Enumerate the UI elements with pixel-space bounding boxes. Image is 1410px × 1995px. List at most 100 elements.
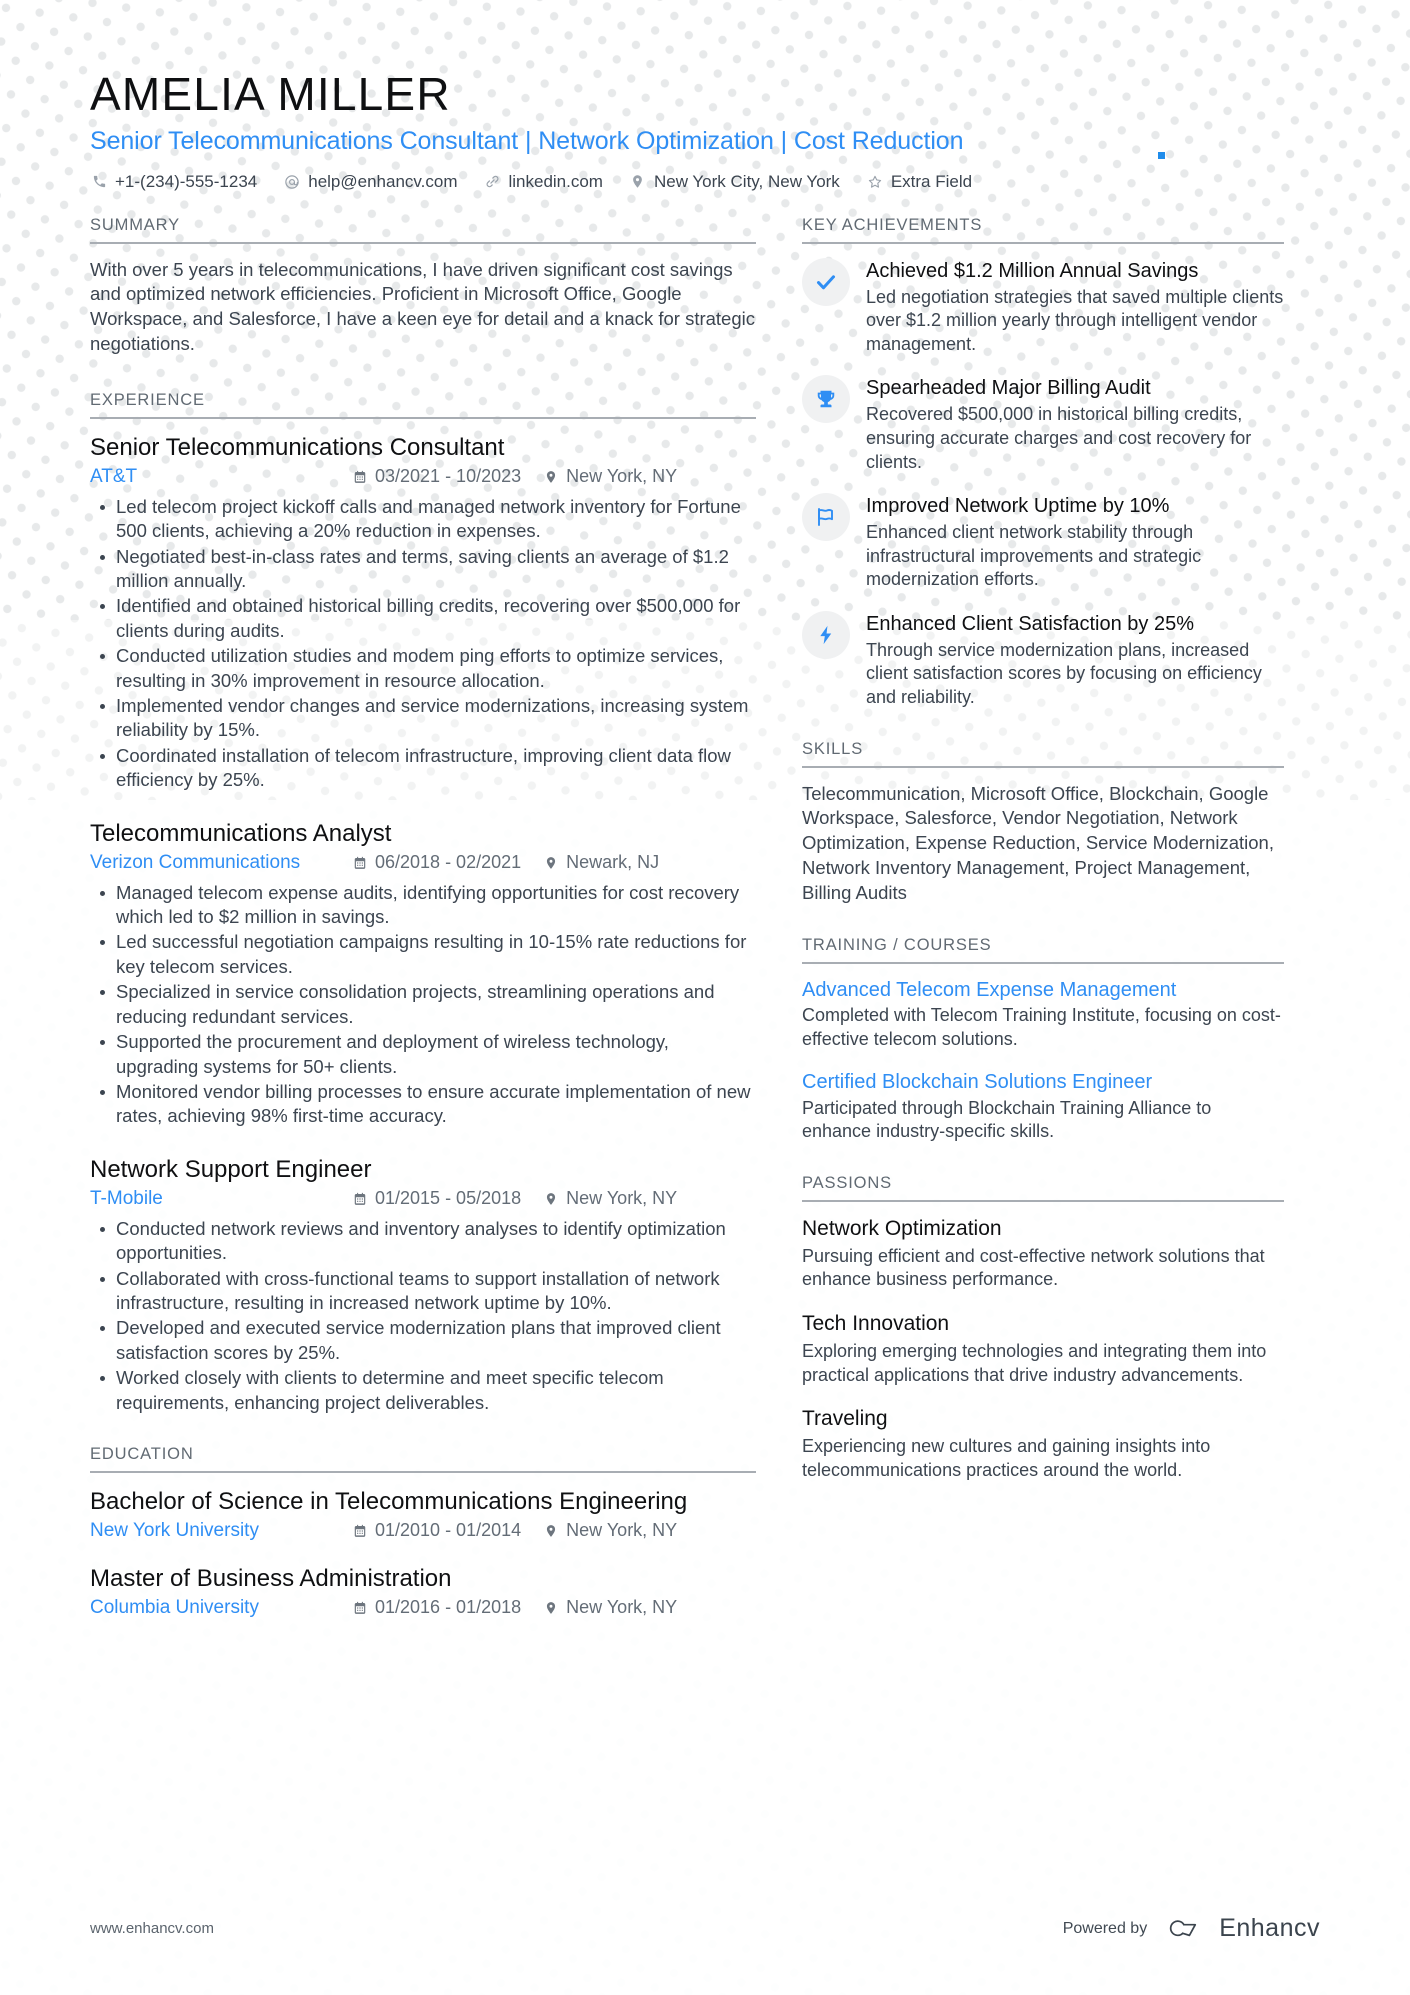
experience-dates: 01/2015 - 05/2018 <box>352 1188 521 1209</box>
calendar-icon <box>352 1600 368 1616</box>
experience-dates: 06/2018 - 02/2021 <box>352 852 521 873</box>
education-location: New York, NY <box>543 1520 677 1541</box>
education-dates: 01/2010 - 01/2014 <box>352 1520 521 1541</box>
footer-website-url[interactable]: www.enhancv.com <box>90 1920 214 1937</box>
bullet-item: Supported the procurement and deployment… <box>100 1030 756 1079</box>
experience-dates: 03/2021 - 10/2023 <box>352 466 521 487</box>
section-key-achievements: KEY ACHIEVEMENTS Achieved $1.2 Million A… <box>802 216 1284 710</box>
summary-text: With over 5 years in telecommunications,… <box>90 258 755 355</box>
calendar-icon <box>352 1523 368 1539</box>
link-icon <box>483 173 501 191</box>
resume-page: AMELIA MILLER Senior Telecommunications … <box>0 0 1410 1995</box>
bullet-item: Developed and executed service moderniza… <box>100 1316 756 1365</box>
experience-entry-meta: Verizon Communications 06/2018 - 02/2021 <box>90 852 756 874</box>
calendar-icon <box>352 855 368 871</box>
contact-location[interactable]: New York City, New York <box>629 172 840 192</box>
passion-description: Experiencing new cultures and gaining in… <box>802 1435 1211 1480</box>
experience-bullets: Managed telecom expense audits, identify… <box>90 881 756 1129</box>
location-icon <box>543 1523 559 1539</box>
education-location: New York, NY <box>543 1597 677 1618</box>
bullet-item: Conducted network reviews and inventory … <box>100 1217 756 1266</box>
bullet-item: Conducted utilization studies and modem … <box>100 644 756 693</box>
trophy-icon <box>802 375 850 424</box>
bullet-item: Led telecom project kickoff calls and ma… <box>100 495 756 544</box>
section-experience: EXPERIENCE Senior Telecommunications Con… <box>90 391 756 1415</box>
passion-item: Network Optimization Pursuing efficient … <box>802 1216 1284 1292</box>
education-degree: Master of Business Administration <box>90 1564 452 1592</box>
passions-heading: PASSIONS <box>802 1174 1284 1203</box>
passion-item: Traveling Experiencing new cultures and … <box>802 1406 1284 1482</box>
experience-entry: Senior Telecommunications Consultant AT&… <box>90 433 756 793</box>
experience-bullets: Led telecom project kickoff calls and ma… <box>90 495 756 793</box>
section-summary: SUMMARY With over 5 years in telecommuni… <box>90 216 756 357</box>
contact-email-text: help@enhancv.com <box>308 171 458 191</box>
contact-extra-field-text: Extra Field <box>890 171 973 191</box>
passion-title: Traveling <box>802 1407 888 1431</box>
contact-email[interactable]: help@enhancv.com <box>283 172 457 192</box>
experience-location: Newark, NJ <box>543 852 659 873</box>
calendar-icon <box>352 469 368 485</box>
footer-branding: Powered by Enhancv <box>1063 1914 1320 1943</box>
education-entry: Bachelor of Science in Telecommunication… <box>90 1487 756 1542</box>
bullet-item: Worked closely with clients to determine… <box>100 1366 756 1415</box>
contact-link-text: linkedin.com <box>508 171 603 191</box>
candidate-name: AMELIA MILLER <box>90 68 451 120</box>
training-title[interactable]: Advanced Telecom Expense Management <box>802 978 1284 1004</box>
enhancv-wordmark: Enhancv <box>1219 1914 1320 1942</box>
achievement-item: Achieved $1.2 Million Annual Savings Led… <box>802 257 1284 357</box>
experience-company[interactable]: T-Mobile <box>90 1188 352 1210</box>
passion-title: Tech Innovation <box>802 1312 950 1336</box>
resume-columns: SUMMARY With over 5 years in telecommuni… <box>0 216 1410 1641</box>
flag-icon <box>802 493 850 542</box>
phone-icon <box>90 173 108 191</box>
experience-location-text: New York, NY <box>566 1188 678 1209</box>
enhancv-mark-icon <box>1170 1919 1197 1936</box>
bullet-item: Managed telecom expense audits, identify… <box>100 881 756 930</box>
bullet-item: Collaborated with cross-functional teams… <box>100 1267 756 1316</box>
experience-entry-meta: T-Mobile 01/2015 - 05/2018 New York, NY <box>90 1188 756 1210</box>
enhancv-logo: Enhancv <box>1165 1914 1320 1943</box>
experience-company[interactable]: AT&T <box>90 466 352 488</box>
contact-link[interactable]: linkedin.com <box>483 172 603 192</box>
achievement-item: Enhanced Client Satisfaction by 25% Thro… <box>802 610 1284 710</box>
experience-job-title: Telecommunications Analyst <box>90 819 392 847</box>
training-heading: TRAINING / COURSES <box>802 936 1284 964</box>
location-icon <box>543 1191 559 1207</box>
education-location-text: New York, NY <box>566 1597 678 1618</box>
check-icon <box>802 257 850 306</box>
achievement-title: Achieved $1.2 Million Annual Savings <box>866 259 1199 282</box>
location-icon <box>629 173 647 191</box>
achievement-item: Improved Network Uptime by 10% Enhanced … <box>802 493 1284 592</box>
bullet-item: Negotiated best-in-class rates and terms… <box>100 545 756 594</box>
education-school[interactable]: New York University <box>90 1520 352 1542</box>
powered-by-label: Powered by <box>1062 1919 1148 1937</box>
experience-company[interactable]: Verizon Communications <box>90 852 352 874</box>
experience-entry-meta: AT&T 03/2021 - 10/2023 New York, NY <box>90 466 756 488</box>
contact-extra-field[interactable]: Extra Field <box>866 172 972 192</box>
bullet-item: Specialized in service consolidation pro… <box>100 980 756 1029</box>
email-icon <box>283 173 301 191</box>
contact-phone[interactable]: +1-(234)-555-1234 <box>90 172 257 192</box>
experience-job-title: Network Support Engineer <box>90 1155 372 1183</box>
bullet-item: Identified and obtained historical billi… <box>100 594 756 643</box>
training-title[interactable]: Certified Blockchain Solutions Engineer <box>802 1070 1284 1096</box>
right-column: KEY ACHIEVEMENTS Achieved $1.2 Million A… <box>802 216 1284 1488</box>
contact-row: +1-(234)-555-1234 help@enhancv.com linke… <box>90 172 1320 192</box>
education-school[interactable]: Columbia University <box>90 1597 352 1619</box>
experience-dates-text: 01/2015 - 05/2018 <box>375 1188 522 1209</box>
bullet-item: Implemented vendor changes and service m… <box>100 694 756 743</box>
key-achievements-heading: KEY ACHIEVEMENTS <box>802 216 1284 244</box>
experience-bullets: Conducted network reviews and inventory … <box>90 1217 756 1415</box>
contact-phone-text: +1-(234)-555-1234 <box>115 171 258 191</box>
star-icon <box>866 173 884 191</box>
education-heading: EDUCATION <box>90 1445 756 1473</box>
education-entry-meta: Columbia University 01/2016 - 01/2018 Ne… <box>90 1597 756 1619</box>
summary-heading: SUMMARY <box>90 216 756 244</box>
bolt-icon <box>802 610 850 659</box>
education-entry: Master of Business Administration Columb… <box>90 1564 756 1619</box>
education-degree: Bachelor of Science in Telecommunication… <box>90 1487 688 1515</box>
passion-description: Exploring emerging technologies and inte… <box>802 1340 1267 1385</box>
education-dates-text: 01/2016 - 01/2018 <box>375 1597 522 1618</box>
bullet-item: Coordinated installation of telecom infr… <box>100 744 756 793</box>
education-dates: 01/2016 - 01/2018 <box>352 1597 521 1618</box>
